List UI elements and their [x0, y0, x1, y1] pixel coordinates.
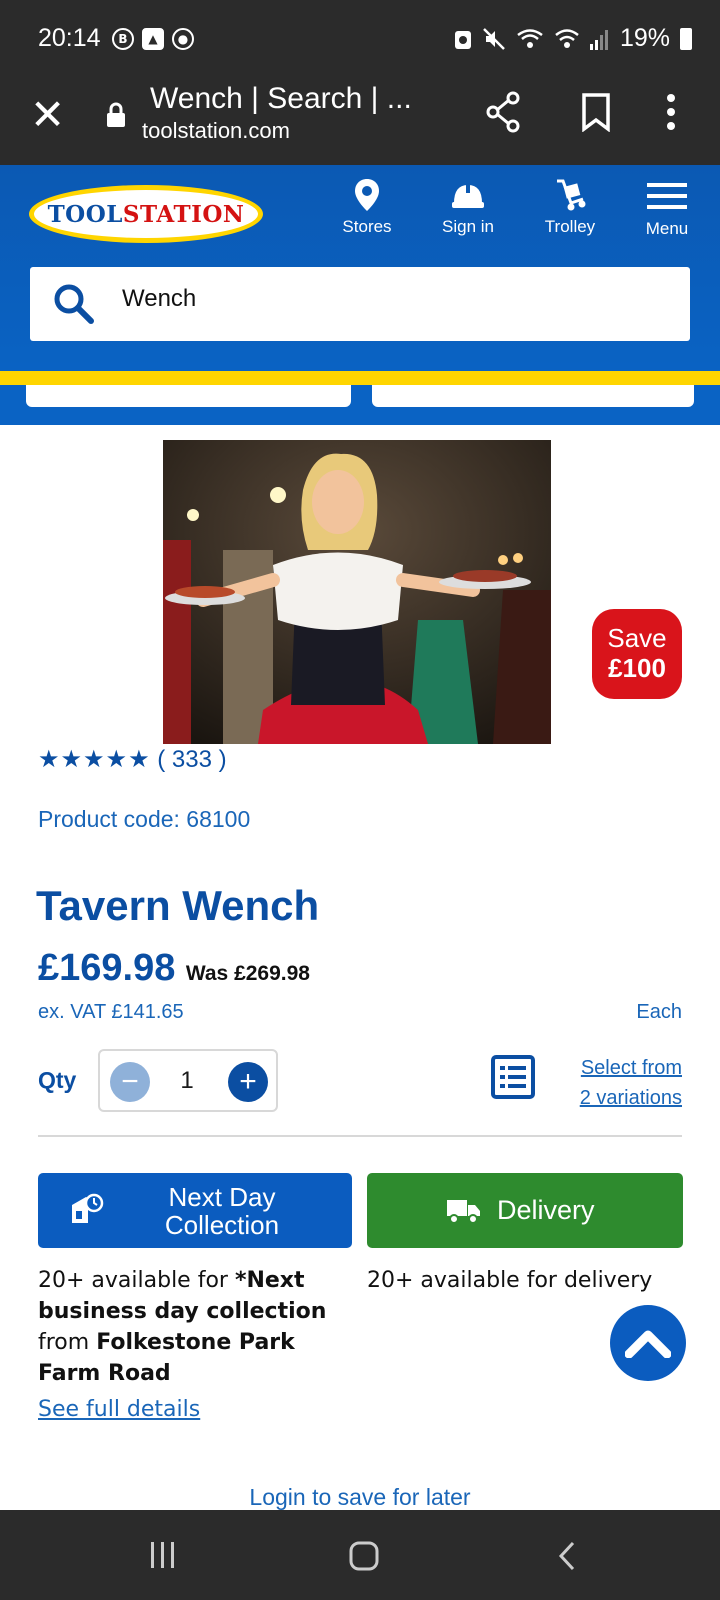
system-nav-bar: [0, 1510, 720, 1600]
nav-signin-label: Sign in: [442, 217, 494, 236]
bookmark-icon[interactable]: [580, 92, 612, 132]
variations-list-icon[interactable]: [491, 1055, 535, 1099]
collection-label-line1: Next Day: [168, 1182, 276, 1212]
select-variations-link[interactable]: Select from 2 variations: [580, 1053, 682, 1113]
map-pin-icon: [355, 179, 379, 211]
variations-line-2: 2 variations: [579, 1087, 682, 1109]
delivery-availability: 20+ available for delivery: [367, 1268, 653, 1293]
hard-hat-icon: [452, 183, 484, 208]
share-icon[interactable]: [483, 90, 523, 134]
product-code: Product code: 68100: [38, 806, 251, 832]
product-price: £169.98: [38, 947, 176, 989]
product-image[interactable]: [163, 440, 551, 744]
divider: [38, 1135, 682, 1137]
chrome-icon: ●: [172, 28, 194, 50]
trolley-icon: [557, 179, 586, 211]
was-price: Was £269.98: [185, 962, 310, 985]
logo-text-tool: TOOL: [47, 200, 123, 228]
mute-icon: [483, 27, 505, 50]
collection-label-line2: Collection: [164, 1210, 280, 1240]
ex-vat-price: ex. VAT £141.65: [38, 1001, 184, 1023]
battery-percent: 19%: [619, 24, 670, 52]
rating-stars: ★★★★★: [38, 746, 151, 773]
collect-info-1: 20+ available for: [38, 1268, 235, 1293]
nav-signin[interactable]: Sign in: [432, 177, 504, 237]
collection-label: Next Day Collection: [150, 1183, 294, 1239]
qty-increase-button[interactable]: +: [228, 1062, 268, 1102]
variations-line-1: Select from: [580, 1057, 682, 1079]
home-icon[interactable]: [348, 1540, 380, 1572]
header-yellow-stripe: [0, 371, 720, 385]
status-bar: 20:14 B ▲ ● 19%: [0, 0, 720, 80]
logo-text: TOOLSTATION: [48, 201, 245, 228]
collection-availability: 20+ available for *Next business day col…: [38, 1265, 348, 1389]
scroll-to-top-button[interactable]: [610, 1305, 686, 1381]
recycle-icon: [454, 30, 471, 49]
save-badge-label: Save: [607, 623, 667, 653]
store-clock-icon: [72, 1193, 104, 1223]
nav-trolley[interactable]: Trolley: [535, 177, 605, 237]
price-unit: Each: [636, 1001, 682, 1023]
nav-trolley-label: Trolley: [544, 217, 596, 236]
save-badge-amount: £100: [608, 653, 666, 683]
nav-menu[interactable]: Menu: [636, 177, 698, 239]
delivery-label: Delivery: [497, 1195, 595, 1225]
status-left-icons: B ▲ ●: [112, 28, 194, 50]
product-photo: [163, 440, 551, 744]
product-rating[interactable]: ★★★★★ ( 333 ): [38, 745, 227, 774]
search-input[interactable]: [122, 285, 662, 313]
site-header: TOOLSTATION Stores Sign in Trolley Menu: [0, 165, 720, 380]
delivery-button[interactable]: Delivery: [367, 1173, 683, 1248]
qty-label: Qty: [38, 1067, 77, 1093]
close-tab-icon[interactable]: ✕: [30, 94, 65, 136]
lock-icon: [107, 102, 125, 127]
next-day-collection-button[interactable]: Next Day Collection: [38, 1173, 352, 1248]
product-title: Tavern Wench: [36, 882, 320, 929]
b-icon: B: [112, 28, 134, 50]
more-options-icon[interactable]: [665, 92, 677, 132]
back-icon[interactable]: [555, 1540, 579, 1572]
qty-value[interactable]: 1: [172, 1067, 202, 1095]
image-icon: ▲: [142, 28, 164, 50]
search-box[interactable]: [30, 267, 690, 341]
page-title[interactable]: Wench | Search | ...: [150, 82, 412, 116]
chevron-up-icon: [625, 1330, 671, 1358]
nav-stores[interactable]: Stores: [337, 177, 397, 237]
hamburger-icon: [647, 183, 687, 209]
filter-tab-right[interactable]: [372, 385, 694, 407]
review-count[interactable]: ( 333 ): [157, 746, 226, 773]
collect-info-3: from: [38, 1330, 97, 1355]
nav-stores-label: Stores: [342, 217, 392, 236]
save-badge: Save £100: [592, 609, 682, 699]
wifi-icon: [517, 28, 543, 48]
logo-text-station: STATION: [122, 200, 245, 228]
qty-decrease-button[interactable]: −: [110, 1062, 150, 1102]
wifi-call-icon: [555, 28, 579, 48]
filter-tab-left[interactable]: [26, 385, 351, 407]
page-url[interactable]: toolstation.com: [142, 118, 290, 144]
search-icon[interactable]: [52, 282, 96, 326]
quantity-stepper: − 1 +: [98, 1049, 278, 1112]
status-right: 19%: [454, 24, 692, 53]
price-row: £169.98 Was £269.98: [38, 947, 310, 990]
nav-menu-label: Menu: [645, 219, 689, 238]
browser-bar: ✕ Wench | Search | ... toolstation.com: [0, 80, 720, 165]
battery-icon: [680, 27, 692, 50]
toolstation-logo[interactable]: TOOLSTATION: [29, 185, 263, 243]
login-to-save-link[interactable]: Login to save for later: [0, 1484, 720, 1511]
status-time: 20:14: [38, 24, 101, 52]
recent-apps-icon[interactable]: [148, 1540, 178, 1570]
delivery-truck-icon: [447, 1200, 480, 1224]
signal-icon: [589, 29, 608, 50]
see-full-details-link[interactable]: See full details: [38, 1397, 200, 1422]
